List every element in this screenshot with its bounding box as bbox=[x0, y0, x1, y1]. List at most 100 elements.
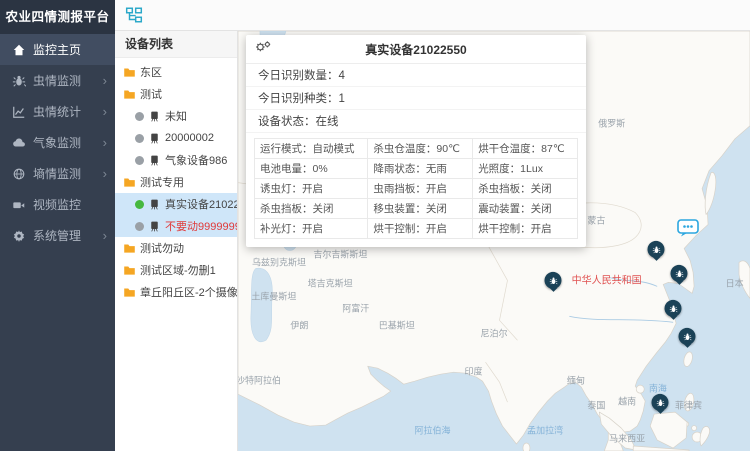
tree-folder-item[interactable]: 测试 bbox=[115, 83, 237, 105]
device-stat: 设备状态：在线 bbox=[246, 110, 586, 133]
device-status-row: 补光灯：开启烘干控制：开启烘干控制：开启 bbox=[255, 219, 578, 239]
device-marker[interactable] bbox=[671, 265, 688, 289]
device-status-row: 杀虫挡板：关闭移虫装置：关闭震动装置：关闭 bbox=[255, 199, 578, 219]
tree-device-item[interactable]: 未知 bbox=[115, 105, 237, 127]
tree-device-item[interactable]: 真实设备21022550 bbox=[115, 193, 237, 215]
sidebar-item-home[interactable]: 监控主页 bbox=[0, 34, 115, 65]
tree-folder-item[interactable]: 章丘阳丘区-2个摄像头 bbox=[115, 281, 237, 303]
folder-icon bbox=[123, 286, 136, 299]
device-stat: 今日识别数量：4 bbox=[246, 64, 586, 87]
device-marker-tip bbox=[656, 410, 664, 418]
sidebar-item-label: 气象监测 bbox=[33, 134, 81, 151]
device-status-cell: 光照度：1Lux bbox=[473, 159, 578, 179]
sidebar-item-insect-stats[interactable]: 虫情统计 › bbox=[0, 96, 115, 127]
device-list-title: 设备列表 bbox=[115, 31, 237, 58]
topbar bbox=[115, 0, 750, 31]
device-marker-tip bbox=[675, 281, 683, 289]
settings-gear-icon[interactable] bbox=[254, 40, 272, 54]
map[interactable]: 俄罗斯蒙古中华人民共和国哈萨克斯坦乌兹别克斯坦吉尔吉斯斯坦塔吉克斯坦土库曼斯坦阿… bbox=[238, 31, 750, 451]
device-marker[interactable] bbox=[665, 300, 682, 324]
device-marker-pin bbox=[665, 300, 682, 317]
sidebar-item-label: 虫情统计 bbox=[33, 103, 81, 120]
device-status-cell: 诱虫灯：开启 bbox=[255, 179, 368, 199]
popup-title: 真实设备21022550 bbox=[365, 43, 466, 57]
tree-item-label: 测试区域-勿删1 bbox=[140, 262, 216, 278]
device-status-cell: 杀虫挡板：关闭 bbox=[473, 179, 578, 199]
sidebar-item-system-manage[interactable]: 系统管理› bbox=[0, 220, 115, 251]
device-detail-popup: 真实设备21022550 今日识别数量：4今日识别种类：1设备状态：在线 运行模… bbox=[246, 35, 586, 247]
tree-device-item[interactable]: 不要动99999999 bbox=[115, 215, 237, 237]
weather-icon bbox=[12, 136, 26, 150]
device-marker-tip bbox=[683, 344, 691, 352]
tree-item-label: 章丘阳丘区-2个摄像头 bbox=[140, 284, 237, 300]
device-status-cell: 杀虫挡板：关闭 bbox=[255, 199, 368, 219]
device-status-cell: 电池电量：0% bbox=[255, 159, 368, 179]
device-marker[interactable] bbox=[679, 328, 696, 352]
sidebar-item-video-monitor[interactable]: 视频监控 bbox=[0, 189, 115, 220]
sidebar-item-label: 虫情监测 bbox=[33, 72, 81, 89]
device-icon bbox=[148, 110, 161, 123]
sidebar-menu: 监控主页虫情监测›虫情统计›气象监测›墒情监测›视频监控系统管理› bbox=[0, 34, 115, 251]
tree-item-label: 测试 bbox=[140, 86, 162, 102]
tree-item-label: 真实设备21022550 bbox=[165, 196, 237, 212]
tree-item-label: 东区 bbox=[140, 64, 162, 80]
folder-icon bbox=[123, 66, 136, 79]
gear-icon bbox=[12, 229, 26, 243]
popup-header: 真实设备21022550 bbox=[246, 35, 586, 64]
sidebar-item-label: 监控主页 bbox=[33, 41, 81, 58]
sidebar-item-soil-monitor[interactable]: 墒情监测› bbox=[0, 158, 115, 189]
folder-icon bbox=[123, 88, 136, 101]
folder-icon bbox=[123, 176, 136, 189]
device-status-cell: 移虫装置：关闭 bbox=[368, 199, 473, 219]
device-status-row: 运行模式：自动模式杀虫仓温度：90℃烘干仓温度：87℃ bbox=[255, 139, 578, 159]
device-marker-pin bbox=[671, 265, 688, 282]
tree-item-label: 测试专用 bbox=[140, 174, 184, 190]
camera-icon bbox=[12, 198, 26, 212]
app-title: 农业四情测报平台 bbox=[0, 0, 115, 34]
chevron-right-icon: › bbox=[103, 135, 107, 150]
chevron-right-icon: › bbox=[103, 166, 107, 181]
tree-folder-item[interactable]: 测试区域-勿删1 bbox=[115, 259, 237, 281]
status-dot-gray bbox=[135, 222, 144, 231]
tree-folder-item[interactable]: 测试专用 bbox=[115, 171, 237, 193]
device-status-table: 运行模式：自动模式杀虫仓温度：90℃烘干仓温度：87℃电池电量：0%降雨状态：无… bbox=[254, 138, 578, 239]
device-status-cell: 虫雨挡板：开启 bbox=[368, 179, 473, 199]
tree-folder-item[interactable]: 测试勿动 bbox=[115, 237, 237, 259]
device-list-panel: 设备列表 东区测试未知20000002 气象设备986 测试专用真实设备210225… bbox=[115, 31, 238, 451]
device-status-cell: 降雨状态：无雨 bbox=[368, 159, 473, 179]
device-tree: 东区测试未知20000002 气象设备986 测试专用真实设备21022550 不要动… bbox=[115, 58, 237, 303]
tree-item-label: 不要动99999999 bbox=[165, 218, 237, 234]
tree-device-item[interactable]: 20000002 bbox=[115, 127, 237, 149]
folder-icon bbox=[123, 242, 136, 255]
sidebar-item-insect-monitor[interactable]: 虫情监测› bbox=[0, 65, 115, 96]
tree-device-item[interactable]: 气象设备986 bbox=[115, 149, 237, 171]
folder-icon bbox=[123, 264, 136, 277]
sidebar-item-weather-monitor[interactable]: 气象监测 › bbox=[0, 127, 115, 158]
chevron-right-icon: › bbox=[103, 228, 107, 243]
tree-item-label: 测试勿动 bbox=[140, 240, 184, 256]
status-dot-gray bbox=[135, 112, 144, 121]
app-root: 农业四情测报平台 监控主页虫情监测›虫情统计›气象监测›墒情监测›视频监控系统管… bbox=[0, 0, 750, 451]
tree-folder-item[interactable]: 东区 bbox=[115, 61, 237, 83]
device-status-cell: 烘干控制：开启 bbox=[473, 219, 578, 239]
chevron-right-icon: › bbox=[103, 104, 107, 119]
tree-item-label: 气象设备986 bbox=[165, 152, 227, 168]
status-dot-green bbox=[135, 200, 144, 209]
device-marker[interactable] bbox=[652, 394, 669, 418]
globe-icon bbox=[12, 167, 26, 181]
device-marker[interactable] bbox=[545, 272, 562, 296]
status-dot-gray bbox=[135, 134, 144, 143]
device-marker-pin bbox=[652, 394, 669, 411]
device-marker-tip bbox=[549, 288, 557, 296]
device-stat: 今日识别种类：1 bbox=[246, 87, 586, 110]
device-marker-pin bbox=[648, 241, 665, 258]
device-marker-pin bbox=[679, 328, 696, 345]
home-icon bbox=[12, 43, 26, 57]
message-bubble-icon[interactable] bbox=[677, 219, 699, 237]
device-status-cell: 补光灯：开启 bbox=[255, 219, 368, 239]
device-icon bbox=[148, 220, 161, 233]
device-marker-tip bbox=[652, 257, 660, 265]
popup-stats: 今日识别数量：4今日识别种类：1设备状态：在线 bbox=[246, 64, 586, 133]
device-marker[interactable] bbox=[648, 241, 665, 265]
device-tree-toggle-icon[interactable] bbox=[125, 6, 143, 24]
